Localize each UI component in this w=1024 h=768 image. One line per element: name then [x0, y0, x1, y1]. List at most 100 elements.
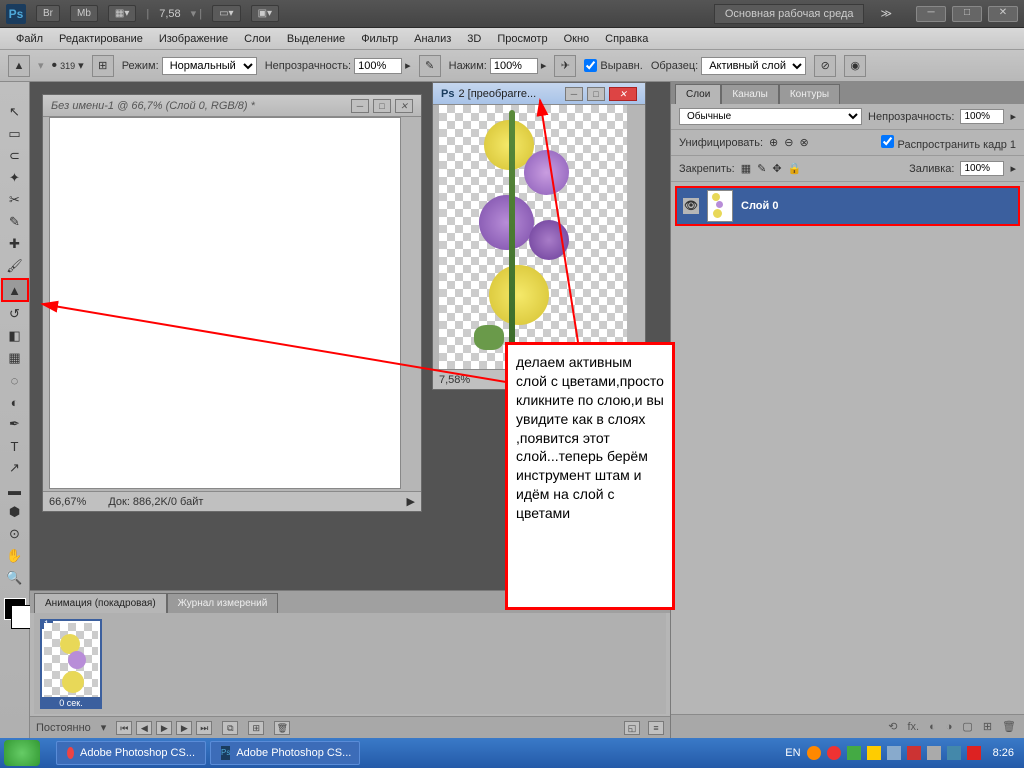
- ignore-adj-icon[interactable]: ⊘: [814, 55, 836, 77]
- tab-paths[interactable]: Контуры: [779, 84, 840, 104]
- tab-layers[interactable]: Слои: [675, 84, 721, 104]
- tray-icon[interactable]: [907, 746, 921, 760]
- menu-file[interactable]: Файл: [8, 30, 51, 48]
- animation-frame-1[interactable]: 1 0 сек.: [40, 619, 102, 709]
- doc1-zoom[interactable]: 66,67%: [49, 496, 86, 508]
- layer-mask-icon[interactable]: ◐: [929, 721, 936, 733]
- pressure-size-icon[interactable]: ◉: [844, 55, 866, 77]
- tray-icon[interactable]: [967, 746, 981, 760]
- tray-icon[interactable]: [807, 746, 821, 760]
- doc1-maximize-icon[interactable]: □: [373, 99, 391, 113]
- lock-transparency-icon[interactable]: ▦: [741, 162, 751, 175]
- unify-position-icon[interactable]: ⊕: [769, 136, 778, 149]
- path-tool[interactable]: ↗: [3, 458, 27, 478]
- zoom-value[interactable]: 7,58: [159, 8, 180, 20]
- window-maximize-icon[interactable]: □: [952, 6, 982, 22]
- wand-tool[interactable]: ✦: [3, 168, 27, 188]
- layer-row-0[interactable]: 👁 Слой 0: [675, 186, 1020, 226]
- gradient-tool[interactable]: ▦: [3, 348, 27, 368]
- eraser-tool[interactable]: ◧: [3, 326, 27, 346]
- tray-icon[interactable]: [867, 746, 881, 760]
- tray-icon[interactable]: [827, 746, 841, 760]
- layer-opacity-input[interactable]: [960, 109, 1004, 124]
- window-close-icon[interactable]: ✕: [988, 6, 1018, 22]
- menu-3d[interactable]: 3D: [459, 30, 489, 48]
- fill-input[interactable]: [960, 161, 1004, 176]
- arrange-icon[interactable]: ▦▾: [108, 5, 136, 22]
- unify-style-icon[interactable]: ⊗: [799, 136, 808, 149]
- adjustment-layer-icon[interactable]: ◑: [946, 721, 953, 733]
- doc1-titlebar[interactable]: Без имени-1 @ 66,7% (Слой 0, RGB/8) * ─ …: [43, 95, 421, 117]
- loop-select[interactable]: Постоянно: [36, 722, 91, 734]
- blend-mode-select[interactable]: Нормальный: [162, 57, 257, 75]
- new-layer-icon[interactable]: ⊞: [983, 720, 992, 733]
- blur-tool[interactable]: ◌: [3, 370, 27, 390]
- new-frame-button[interactable]: ⊞: [248, 721, 264, 735]
- menu-analysis[interactable]: Анализ: [406, 30, 459, 48]
- tab-animation[interactable]: Анимация (покадровая): [34, 593, 167, 613]
- sample-select[interactable]: Активный слой: [701, 57, 806, 75]
- layer-group-icon[interactable]: ▢: [962, 720, 972, 733]
- clone-stamp-tool[interactable]: ▲: [1, 278, 29, 302]
- doc1-minimize-icon[interactable]: ─: [351, 99, 369, 113]
- doc2-zoom[interactable]: 7,58%: [439, 374, 470, 386]
- menu-image[interactable]: Изображение: [151, 30, 236, 48]
- doc1-info-menu-icon[interactable]: ▶: [407, 495, 415, 508]
- move-tool[interactable]: ↖: [3, 102, 27, 122]
- doc2-maximize-icon[interactable]: □: [587, 87, 605, 101]
- screen-icon[interactable]: ▣▾: [251, 5, 279, 22]
- tray-network-icon[interactable]: [947, 746, 961, 760]
- layer-blend-select[interactable]: Обычные: [679, 108, 862, 125]
- menu-window[interactable]: Окно: [556, 30, 598, 48]
- lasso-tool[interactable]: ⊂: [3, 146, 27, 166]
- br-icon[interactable]: Br: [36, 5, 60, 22]
- pen-tool[interactable]: ✒: [3, 414, 27, 434]
- layer-visibility-icon[interactable]: 👁: [683, 198, 699, 214]
- propagate-checkbox[interactable]: [881, 135, 894, 148]
- window-minimize-icon[interactable]: ─: [916, 6, 946, 22]
- airbrush-icon[interactable]: ✈: [554, 55, 576, 77]
- opacity-input[interactable]: [354, 58, 402, 74]
- flow-input[interactable]: [490, 58, 538, 74]
- view-icon[interactable]: ▭▾: [212, 5, 240, 22]
- aligned-checkbox[interactable]: [584, 59, 597, 72]
- mb-icon[interactable]: Mb: [70, 5, 98, 22]
- pressure-opacity-icon[interactable]: ✎: [419, 55, 441, 77]
- play-button[interactable]: ▶: [156, 721, 172, 735]
- menu-select[interactable]: Выделение: [279, 30, 353, 48]
- crop-tool[interactable]: ✂: [3, 190, 27, 210]
- workspace-switcher[interactable]: Основная рабочая среда: [714, 4, 865, 24]
- layer-thumbnail[interactable]: [707, 190, 733, 222]
- menu-view[interactable]: Просмотр: [489, 30, 555, 48]
- document-1-window[interactable]: Без имени-1 @ 66,7% (Слой 0, RGB/8) * ─ …: [42, 94, 422, 512]
- timeline-mode-icon[interactable]: ◱: [624, 721, 640, 735]
- brush-size[interactable]: 319: [60, 61, 75, 71]
- menu-filter[interactable]: Фильтр: [353, 30, 406, 48]
- brush-panel-icon[interactable]: ⊞: [92, 55, 114, 77]
- panel-menu-icon[interactable]: ≡: [648, 721, 664, 735]
- lock-pixels-icon[interactable]: ✎: [757, 162, 766, 175]
- layer-fx-icon[interactable]: fx.: [907, 721, 919, 733]
- tray-icon[interactable]: [847, 746, 861, 760]
- clock[interactable]: 8:26: [993, 747, 1014, 759]
- shape-tool[interactable]: ▬: [3, 480, 27, 500]
- taskbar-app-1[interactable]: Adobe Photoshop CS...: [56, 741, 206, 765]
- lang-indicator[interactable]: EN: [785, 747, 800, 759]
- hand-tool[interactable]: ✋: [3, 546, 27, 566]
- tab-channels[interactable]: Каналы: [721, 84, 779, 104]
- type-tool[interactable]: T: [3, 436, 27, 456]
- delete-frame-button[interactable]: 🗑: [274, 721, 290, 735]
- tray-volume-icon[interactable]: [887, 746, 901, 760]
- healing-tool[interactable]: ✚: [3, 234, 27, 254]
- menu-help[interactable]: Справка: [597, 30, 656, 48]
- marquee-tool[interactable]: ▭: [3, 124, 27, 144]
- taskbar-app-2[interactable]: PsAdobe Photoshop CS...: [210, 741, 360, 765]
- tray-icon[interactable]: [927, 746, 941, 760]
- delete-layer-icon[interactable]: 🗑: [1002, 720, 1016, 733]
- brush-tool[interactable]: 🖌: [3, 256, 27, 276]
- prev-frame-button[interactable]: ◀: [136, 721, 152, 735]
- lock-all-icon[interactable]: 🔒: [788, 162, 802, 175]
- doc2-minimize-icon[interactable]: ─: [565, 87, 583, 101]
- zoom-tool[interactable]: 🔍: [3, 568, 27, 588]
- stamp-tool-icon[interactable]: ▲: [8, 55, 30, 77]
